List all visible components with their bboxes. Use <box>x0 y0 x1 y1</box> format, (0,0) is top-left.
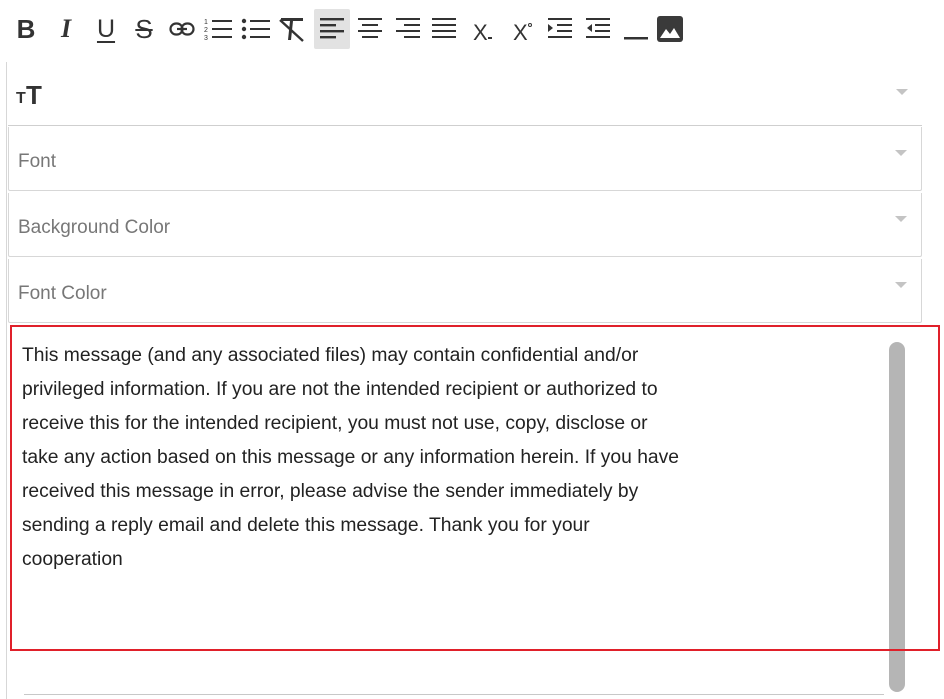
editor-left-border <box>6 62 7 699</box>
svg-text:1: 1 <box>204 19 208 26</box>
editor-bottom-divider <box>24 694 884 695</box>
ordered-list-icon: 1 2 3 <box>204 19 232 41</box>
subscript-button[interactable]: X <box>466 9 502 49</box>
italic-button[interactable]: I <box>48 9 84 49</box>
indent-icon <box>548 18 572 38</box>
chevron-down-icon <box>895 216 907 222</box>
indent-button[interactable] <box>542 9 578 49</box>
font-color-select-label: Font Color <box>18 283 107 304</box>
superscript-button[interactable]: X <box>506 9 542 49</box>
horizontal-rule-icon <box>624 37 648 40</box>
clear-format-button[interactable] <box>274 9 310 49</box>
insert-image-button[interactable] <box>652 9 688 49</box>
align-center-icon <box>358 18 382 38</box>
align-justify-icon <box>432 18 456 38</box>
link-icon <box>169 22 195 36</box>
bullet-list-icon <box>241 18 270 40</box>
align-justify-button[interactable] <box>426 9 462 49</box>
subscript-icon: X <box>471 16 497 44</box>
underline-button[interactable]: U <box>88 9 124 49</box>
formatting-toolbar: B I U S 1 2 3 X X <box>8 4 920 54</box>
horizontal-rule-button[interactable] <box>618 9 654 49</box>
align-right-icon <box>396 18 420 38</box>
background-color-select-label: Background Color <box>18 217 171 238</box>
bold-icon: B <box>16 14 36 44</box>
chevron-down-icon <box>896 89 908 95</box>
outdent-button[interactable] <box>580 9 616 49</box>
text-size-icon: T T <box>16 80 42 110</box>
chevron-down-icon <box>895 282 907 288</box>
align-left-icon <box>320 18 344 39</box>
svg-text:3: 3 <box>204 35 208 41</box>
align-left-button[interactable] <box>314 9 350 49</box>
font-color-select[interactable]: Font Color <box>8 259 922 323</box>
bold-button[interactable]: B <box>8 9 44 49</box>
background-color-select[interactable]: Background Color <box>8 193 922 257</box>
italic-icon: I <box>60 14 72 43</box>
align-center-button[interactable] <box>352 9 388 49</box>
highlight-box <box>10 325 940 651</box>
chevron-down-icon <box>895 150 907 156</box>
bullet-list-button[interactable] <box>238 9 274 49</box>
svg-text:2: 2 <box>204 27 208 34</box>
clear-format-icon <box>279 18 304 42</box>
superscript-icon: X <box>511 16 537 44</box>
outdent-icon <box>586 18 610 38</box>
underline-icon: U <box>96 14 116 43</box>
ordered-list-button[interactable]: 1 2 3 <box>200 9 236 49</box>
strikethrough-button[interactable]: S <box>126 9 162 49</box>
font-select[interactable]: Font <box>8 127 922 191</box>
link-button[interactable] <box>164 9 200 49</box>
strikethrough-icon: S <box>135 14 153 44</box>
image-icon <box>657 16 683 42</box>
align-right-button[interactable] <box>390 9 426 49</box>
font-size-dropdown[interactable]: T T <box>8 62 922 126</box>
font-select-label: Font <box>18 151 57 172</box>
